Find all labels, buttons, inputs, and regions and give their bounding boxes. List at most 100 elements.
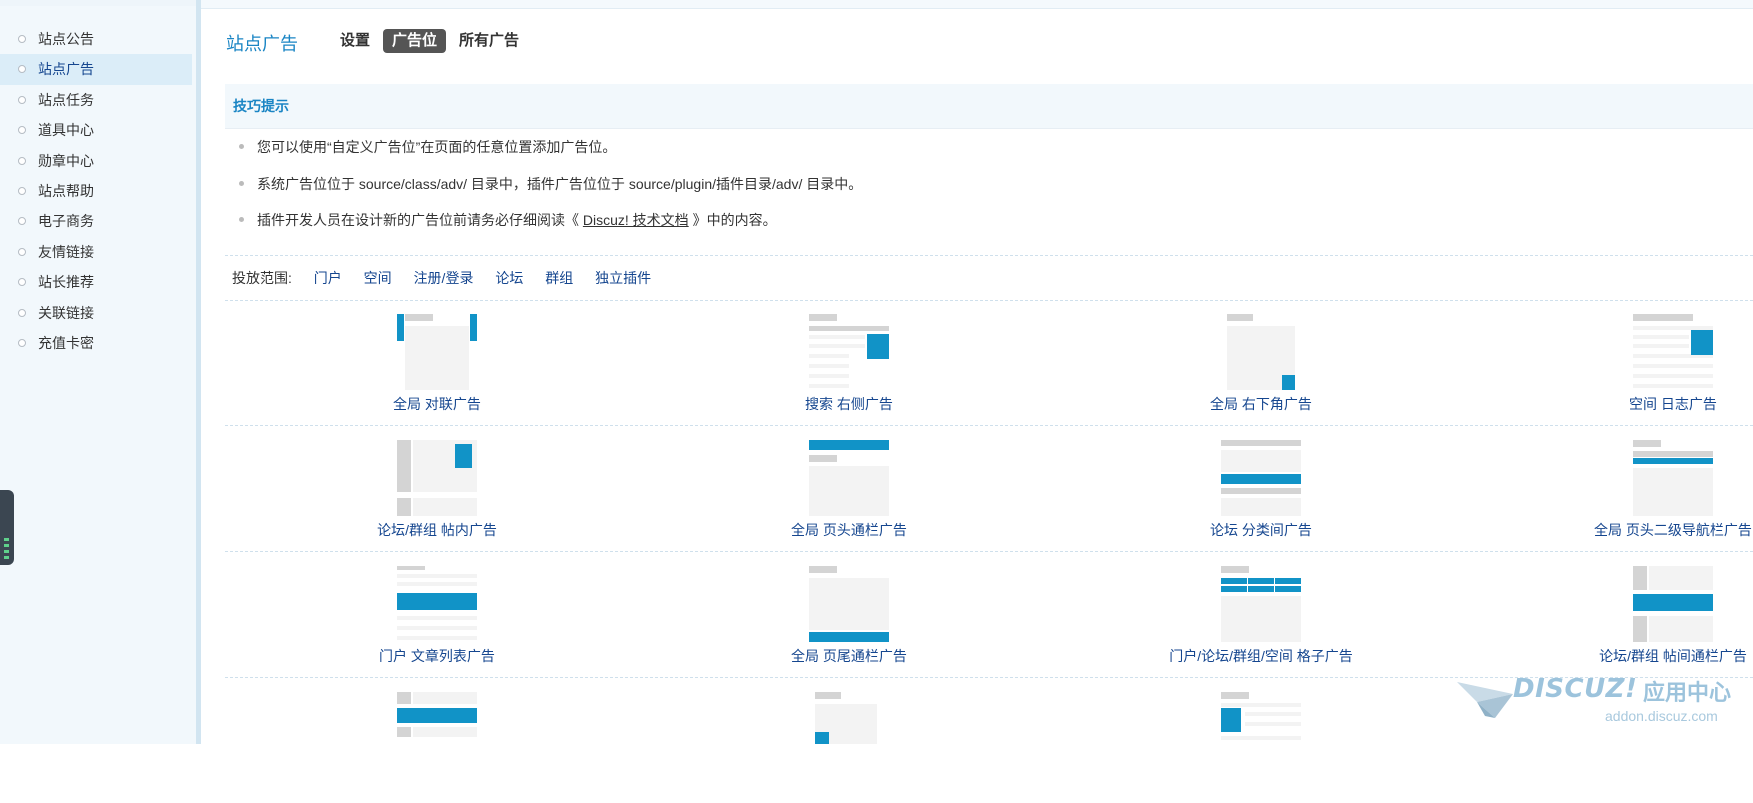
filter-row: 投放范围: 门户 空间 注册/登录 论坛 群组 独立插件 [225,255,1753,301]
logo-url: addon.discuz.com [1605,708,1718,724]
ad-position-label: 全局 页头通栏广告 [791,522,907,538]
category-ad-icon [1221,440,1301,516]
ad-position-item[interactable]: 门户 文章列表广告 [337,552,537,677]
filter-label: 投放范围: [232,270,292,286]
ad-row: 全局 对联广告 搜索 右侧广告 全局 右下角广告 空间 日志广告 [225,300,1753,426]
bullet-icon [239,144,244,149]
ad-position-item[interactable]: 全局 页头二级导航栏广告 [1573,426,1753,551]
ad-row: 论坛/群组 帖内广告 全局 页头通栏广告 论坛 分类间广告 全局 页头二级导航栏… [225,426,1753,552]
footer-banner-ad-icon [809,566,889,642]
meter-bar [4,550,9,553]
sidebar-item-medals[interactable]: 勋章中心 [0,146,192,176]
tip-text: 插件开发人员在设计新的广告位前请务必仔细阅读《 [257,212,583,228]
filter-group[interactable]: 群组 [545,270,573,286]
bullet-icon [18,95,26,104]
couplet-ad-icon [397,314,477,390]
sidebar-item-label: 站点帮助 [38,182,94,199]
filter-forum[interactable]: 论坛 [495,270,523,286]
sidebar-item-recommend[interactable]: 站长推荐 [0,267,192,297]
page-title: 站点广告 [226,34,298,54]
blog-ad-icon [1633,314,1713,390]
sidebar-item-related-links[interactable]: 关联链接 [0,298,192,328]
ad-row: 门户 文章列表广告 全局 页尾通栏广告 门户/论坛/群组/空间 格子广告 论坛/… [225,552,1753,678]
sidebar-item-tasks[interactable]: 站点任务 [0,85,192,115]
ad-position-item[interactable] [1161,678,1361,803]
tab-ad-positions[interactable]: 广告位 [383,29,447,53]
tab-settings[interactable]: 设置 [331,29,379,53]
bullet-icon [18,308,26,317]
thread-inner-ad-icon [397,440,477,516]
bottom-right-ad-icon [1221,314,1301,390]
ad-position-label: 论坛 分类间广告 [1210,522,1312,538]
sidebar-item-label: 站长推荐 [38,274,94,291]
tip-item: 插件开发人员在设计新的广告位前请务必仔细阅读《 Discuz! 技术文档 》中的… [225,202,1753,239]
sidebar-top-line [0,0,196,6]
ad-position-item[interactable]: 论坛 分类间广告 [1161,426,1361,551]
ad-position-item[interactable]: 论坛/群组 帖内广告 [337,426,537,551]
filter-portal[interactable]: 门户 [314,270,342,286]
bullet-icon [18,186,26,195]
ad-position-item[interactable] [749,678,949,803]
sidebar-item-label: 站点公告 [38,31,94,47]
sidebar-item-label: 勋章中心 [38,152,94,169]
ad-position-label: 全局 页头二级导航栏广告 [1594,522,1752,538]
meter-bar [4,544,9,547]
volume-meter-icon[interactable] [0,490,14,565]
ad-thumb-icon [809,692,889,768]
sidebar-item-ads[interactable]: 站点广告 [0,54,192,85]
ad-position-item[interactable]: 全局 对联广告 [337,300,537,425]
bullet-icon [18,338,26,347]
ad-position-item[interactable]: 搜索 右侧广告 [749,300,949,425]
tips-panel: 技巧提示 您可以使用“自定义广告位”在页面的任意位置添加广告位。 系统广告位位于… [225,84,1753,239]
sidebar-item-label: 关联链接 [38,304,94,321]
article-list-ad-icon [397,566,477,642]
tip-item: 系统广告位位于 source/class/adv/ 目录中，插件广告位位于 so… [225,166,1753,203]
ad-position-item[interactable] [337,678,537,803]
logo-brand: DISCUZ! [1513,674,1638,704]
sidebar-menu: 站点公告 站点广告 站点任务 道具中心 勋章中心 站点帮助 电子商务 友情链接 … [0,24,192,358]
tab-all-ads[interactable]: 所有广告 [450,29,528,53]
logo-cn: 应用中心 [1643,680,1732,705]
bullet-icon [18,156,26,165]
ad-position-label: 论坛/群组 帖间通栏广告 [1599,648,1747,664]
tech-doc-link[interactable]: Discuz! 技术文档 [583,212,689,228]
meter-bar [4,538,9,541]
ad-position-item[interactable]: 空间 日志广告 [1573,300,1753,425]
sidebar-item-label: 站点任务 [38,91,94,108]
tip-item: 您可以使用“自定义广告位”在页面的任意位置添加广告位。 [225,129,1753,166]
ad-position-item[interactable]: 全局 页尾通栏广告 [749,552,949,677]
ad-position-label: 论坛/群组 帖内广告 [377,522,497,538]
sidebar-item-label: 充值卡密 [38,334,94,351]
ad-position-item[interactable]: 全局 右下角广告 [1161,300,1361,425]
subnav-ad-icon [1633,440,1713,516]
sidebar-item-help[interactable]: 站点帮助 [0,176,192,206]
ad-position-item[interactable]: 门户/论坛/群组/空间 格子广告 [1161,552,1361,677]
tip-text: 您可以使用“自定义广告位”在页面的任意位置添加广告位。 [257,139,617,155]
ad-position-label: 全局 右下角广告 [1210,396,1312,412]
filter-space[interactable]: 空间 [364,270,392,286]
sidebar-item-label: 友情链接 [38,243,94,260]
sidebar-item-announcement[interactable]: 站点公告 [0,24,192,54]
ad-position-label: 全局 页尾通栏广告 [791,648,907,664]
header-banner-ad-icon [809,440,889,516]
search-right-ad-icon [809,314,889,390]
discuz-app-center-logo: DISCUZ! 应用中心 addon.discuz.com [1455,670,1735,730]
filter-plugin[interactable]: 独立插件 [595,270,651,286]
ad-thumb-icon [1221,692,1301,768]
main-content: 站点广告 设置 广告位 所有广告 技巧提示 您可以使用“自定义广告位”在页面的任… [201,8,1753,744]
sidebar-item-friendlinks[interactable]: 友情链接 [0,237,192,267]
ad-position-item[interactable]: 论坛/群组 帖间通栏广告 [1573,552,1753,677]
bullet-icon [239,180,244,186]
ad-position-item[interactable]: 全局 页头通栏广告 [749,426,949,551]
sidebar-item-label: 电子商务 [38,213,94,230]
ad-thumb-icon [397,692,477,768]
sidebar-item-magic[interactable]: 道具中心 [0,115,192,145]
sidebar-item-label: 道具中心 [38,122,94,139]
sidebar: 站点公告 站点广告 站点任务 道具中心 勋章中心 站点帮助 电子商务 友情链接 … [0,0,197,744]
sidebar-item-cardpass[interactable]: 充值卡密 [0,328,192,358]
sidebar-item-ecommerce[interactable]: 电子商务 [0,206,192,236]
meter-bar [4,556,9,559]
filter-register-login[interactable]: 注册/登录 [414,270,474,286]
paper-plane-icon [1457,682,1513,718]
sidebar-item-label: 站点广告 [38,61,94,78]
